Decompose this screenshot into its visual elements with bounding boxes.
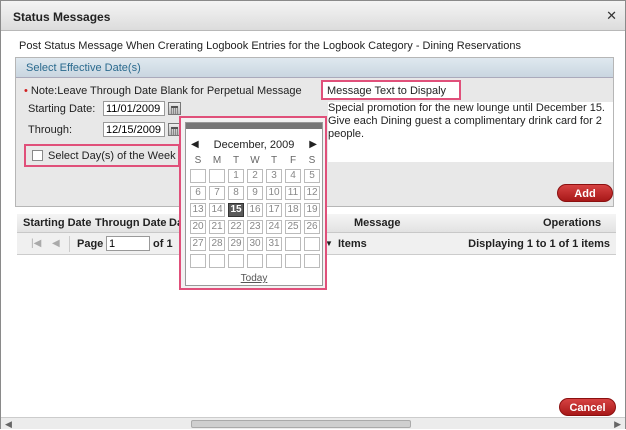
- calendar-day[interactable]: 31: [266, 237, 282, 251]
- calendar-day[interactable]: 10: [266, 186, 282, 200]
- calendar-day[interactable]: 24: [266, 220, 282, 234]
- calendar-topbar: [186, 123, 322, 129]
- col-message[interactable]: Message: [354, 217, 400, 229]
- calendar-day[interactable]: 20: [190, 220, 206, 234]
- prev-page-icon[interactable]: ◀: [52, 238, 60, 249]
- calendar-dow-label: F: [289, 155, 297, 166]
- calendar-empty-cell: [304, 237, 320, 251]
- calendar-empty-cell: [209, 254, 225, 268]
- message-textarea[interactable]: Special promotion for the new lounge unt…: [328, 102, 613, 162]
- next-month-icon[interactable]: ▶: [309, 139, 317, 150]
- calendar-day[interactable]: 3: [266, 169, 282, 183]
- days-of-week-checkbox[interactable]: [32, 150, 43, 161]
- scroll-thumb[interactable]: [191, 420, 411, 428]
- add-button[interactable]: Add: [557, 184, 613, 202]
- calendar-day[interactable]: 5: [304, 169, 320, 183]
- calendar-day[interactable]: 15: [228, 203, 244, 217]
- calendar-empty-cell: [247, 254, 263, 268]
- col-operations[interactable]: Operations: [543, 217, 601, 229]
- page-input[interactable]: [106, 236, 150, 251]
- calendar-day[interactable]: 30: [247, 237, 263, 251]
- calendar-empty-cell: [285, 237, 301, 251]
- through-date-label: Through:: [28, 124, 73, 136]
- note-label: Note:Leave Through Date Blank for Perpet…: [30, 85, 302, 97]
- calendar-popup-highlight: ◀ December, 2009 ▶ SMTWTFS 1 2 3 4 5 6 7 8 9 10 11…: [179, 116, 327, 290]
- calendar-day[interactable]: 21: [209, 220, 225, 234]
- close-icon[interactable]: ✕: [606, 8, 617, 24]
- calendar-dow-label: T: [270, 155, 278, 166]
- calendar-day[interactable]: 8: [228, 186, 244, 200]
- calendar-dow-label: M: [212, 155, 222, 166]
- calendar-day[interactable]: 2: [247, 169, 263, 183]
- calendar-empty-cell: [190, 254, 206, 268]
- cancel-button[interactable]: Cancel: [559, 398, 616, 416]
- starting-date-label: Starting Date:: [28, 103, 96, 115]
- calendar-day[interactable]: 23: [247, 220, 263, 234]
- calendar-day[interactable]: 22: [228, 220, 244, 234]
- calendar-day[interactable]: 1: [228, 169, 244, 183]
- page-count: of 1: [153, 238, 173, 250]
- dialog-title: Status Messages: [13, 10, 111, 24]
- calendar-day[interactable]: 29: [228, 237, 244, 251]
- message-text-label: Message Text to Dispaly: [327, 85, 447, 97]
- calendar-day[interactable]: 13: [190, 203, 206, 217]
- col-through-date[interactable]: Througn Date: [95, 217, 167, 229]
- status-messages-dialog: Status Messages ✕ Post Status Message Wh…: [0, 0, 626, 429]
- starting-calendar-icon[interactable]: [168, 102, 181, 115]
- message-text-label-box: Message Text to Dispaly: [321, 80, 461, 100]
- calendar-day[interactable]: 28: [209, 237, 225, 251]
- section-title: Select Effective Date(s): [26, 62, 141, 74]
- calendar-day[interactable]: 9: [247, 186, 263, 200]
- pager-separator: [69, 236, 70, 252]
- calendar-dow-label: W: [250, 155, 260, 166]
- calendar-empty-cell: [304, 254, 320, 268]
- today-link[interactable]: Today: [186, 273, 322, 284]
- calendar-dow-label: T: [232, 155, 240, 166]
- select-days-of-week[interactable]: Select Day(s) of the Week: [24, 144, 180, 167]
- page-heading: Post Status Message When Crerating Logbo…: [19, 40, 521, 52]
- calendar-day[interactable]: 14: [209, 203, 225, 217]
- calendar-day[interactable]: 18: [285, 203, 301, 217]
- calendar-empty-cell: [285, 254, 301, 268]
- calendar-day[interactable]: 25: [285, 220, 301, 234]
- calendar-empty-cell: [190, 169, 206, 183]
- calendar-month: December, 2009: [213, 139, 295, 151]
- display-count: Displaying 1 to 1 of 1 items: [468, 238, 610, 250]
- items-label: Items: [338, 238, 367, 250]
- calendar-day[interactable]: 6: [190, 186, 206, 200]
- title-bar: Status Messages ✕: [1, 1, 625, 31]
- calendar-empty-cell: [228, 254, 244, 268]
- calendar-day[interactable]: 7: [209, 186, 225, 200]
- calendar-day[interactable]: 26: [304, 220, 320, 234]
- note-text: • Note:Leave Through Date Blank for Perp…: [24, 85, 302, 97]
- days-of-week-label: Select Day(s) of the Week: [48, 150, 176, 162]
- calendar-day[interactable]: 27: [190, 237, 206, 251]
- calendar-day[interactable]: 17: [266, 203, 282, 217]
- calendar-day[interactable]: 19: [304, 203, 320, 217]
- calendar-empty-cell: [209, 169, 225, 183]
- calendar-day[interactable]: 4: [285, 169, 301, 183]
- section-header: Select Effective Date(s): [16, 58, 613, 78]
- note-bullet: •: [24, 85, 28, 97]
- calendar-day[interactable]: 11: [285, 186, 301, 200]
- col-starting-date[interactable]: Starting Date: [23, 217, 91, 229]
- first-page-icon[interactable]: |◀: [31, 238, 41, 249]
- calendar-day[interactable]: 12: [304, 186, 320, 200]
- scroll-right-icon[interactable]: ▶: [614, 419, 621, 430]
- calendar-day[interactable]: 16: [247, 203, 263, 217]
- horizontal-scrollbar[interactable]: ◀ ▶: [1, 417, 625, 429]
- through-date-input[interactable]: [103, 122, 165, 137]
- scroll-left-icon[interactable]: ◀: [5, 419, 12, 430]
- page-label: Page: [77, 238, 104, 250]
- starting-date-input[interactable]: [103, 101, 165, 116]
- calendar-empty-cell: [266, 254, 282, 268]
- calendar-dow-label: S: [308, 155, 316, 166]
- calendar-dow-label: S: [194, 155, 202, 166]
- calendar-popup: ◀ December, 2009 ▶ SMTWTFS 1 2 3 4 5 6 7 8 9 10 11…: [185, 122, 323, 286]
